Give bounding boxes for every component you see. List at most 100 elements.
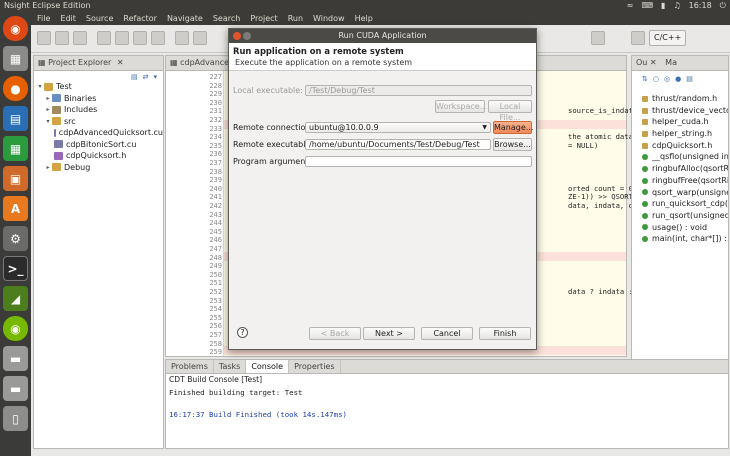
open-perspective-icon[interactable] [631, 31, 645, 45]
new-icon[interactable] [37, 31, 51, 45]
menu-search[interactable]: Search [213, 12, 240, 25]
minimize-window-icon[interactable] [243, 32, 251, 40]
outline-item[interactable]: thrust/random.h [632, 93, 728, 105]
menu-window[interactable]: Window [313, 12, 345, 25]
tree-item-includes[interactable]: ▸ Includes [36, 104, 163, 116]
close-window-icon[interactable] [233, 32, 241, 40]
tree-item-file[interactable]: cdpQuicksort.h [36, 150, 163, 162]
next-button[interactable]: Next > [363, 327, 415, 340]
tab-tasks[interactable]: Tasks [214, 360, 247, 373]
settings-icon[interactable]: ⚙ [3, 226, 28, 251]
ubuntu-home-icon[interactable]: ◉ [3, 16, 28, 41]
close-icon[interactable]: ✕ [117, 58, 124, 67]
terminal-icon[interactable]: >_ [3, 256, 28, 281]
expand-icon[interactable]: ▾ [36, 81, 44, 93]
battery-icon[interactable]: ▮ [661, 0, 665, 12]
power-icon[interactable]: ⏻ [720, 0, 726, 12]
wifi-icon[interactable]: ≈ [627, 0, 634, 12]
hide-fields-icon[interactable]: ○ [653, 75, 659, 85]
help-icon[interactable]: ? [237, 327, 248, 338]
drive-icon-2[interactable]: ▬ [3, 376, 28, 401]
outline-item[interactable]: helper_cuda.h [632, 116, 728, 128]
outline-item[interactable]: qsort_warp(unsigned*, [632, 187, 728, 199]
outline-item[interactable]: thrust/device_vector.h [632, 105, 728, 117]
files-icon[interactable]: ▦ [3, 46, 28, 71]
outline-item[interactable]: main(int, char*[]) : int [632, 233, 728, 245]
project-explorer-tab[interactable]: ▦ Project Explorer ✕ [34, 56, 163, 71]
perspective-cpp[interactable]: C/C++ [649, 30, 687, 46]
hide-nonpublic-icon[interactable]: ● [675, 75, 681, 85]
collapse-arrow-icon[interactable]: ▸ [44, 162, 52, 174]
make-target-tab[interactable]: Ma [665, 58, 677, 67]
expand-icon[interactable]: ▾ [44, 116, 52, 128]
outline-item[interactable]: helper_string.h [632, 128, 728, 140]
tab-properties[interactable]: Properties [289, 360, 341, 373]
remote-connection-select[interactable]: ubuntu@10.0.0.9 ▼ [305, 122, 491, 133]
outline-item[interactable]: run_qsort(unsigned int*, [632, 210, 728, 222]
close-icon[interactable]: ✕ [650, 58, 657, 67]
tree-item-file[interactable]: cdpAdvancedQuicksort.cu [36, 127, 163, 139]
menu-edit[interactable]: Edit [60, 12, 76, 25]
usb-icon[interactable]: ▯ [3, 406, 28, 431]
sort-icon[interactable]: ⇅ [642, 75, 648, 85]
outline-item[interactable]: ringbufAlloc(qsortRingb [632, 163, 728, 175]
collapse-all-icon[interactable]: ▤ [131, 73, 138, 81]
profile-icon[interactable] [151, 31, 165, 45]
outline-item[interactable]: run_quicksort_cdp(unsig [632, 198, 728, 210]
browse-button[interactable]: Browse... [493, 138, 532, 151]
menu-navigate[interactable]: Navigate [167, 12, 203, 25]
workspace-button: Workspace... [435, 100, 488, 113]
save-icon[interactable] [55, 31, 69, 45]
menu-refactor[interactable]: Refactor [123, 12, 157, 25]
outline-tab[interactable]: Ou [636, 58, 647, 67]
hide-static-icon[interactable]: ◎ [664, 75, 670, 85]
collapse-arrow-icon[interactable]: ▸ [44, 104, 52, 116]
program-arguments-field[interactable] [305, 156, 532, 167]
drive-icon[interactable]: ▬ [3, 346, 28, 371]
keyboard-icon[interactable]: ⌨ [641, 0, 653, 12]
software-center-icon[interactable]: A [3, 196, 28, 221]
outline-item[interactable]: __qsflo(unsigned int) : u [632, 151, 728, 163]
cancel-button[interactable]: Cancel [421, 327, 473, 340]
outline-item[interactable]: usage() : void [632, 222, 728, 234]
impress-icon[interactable]: ▣ [3, 166, 28, 191]
tree-item-file[interactable]: cdpBitonicSort.cu [36, 139, 163, 151]
debug-icon[interactable] [115, 31, 129, 45]
link-editor-icon[interactable]: ⇄ [143, 73, 149, 81]
tab-console[interactable]: Console [246, 360, 290, 373]
menu-source[interactable]: Source [86, 12, 113, 25]
firefox-icon[interactable]: ● [3, 76, 28, 101]
menu-help[interactable]: Help [355, 12, 373, 25]
print-icon[interactable] [73, 31, 87, 45]
manage-button[interactable]: Manage... [493, 121, 533, 134]
open-type-icon[interactable] [193, 31, 207, 45]
tree-item-debug[interactable]: ▸ Debug [36, 162, 163, 174]
nsight-icon[interactable]: ◢ [3, 286, 28, 311]
volume-icon[interactable]: ♫ [673, 0, 680, 12]
console-panel: Problems Tasks Console Properties CDT Bu… [165, 359, 729, 449]
run-icon[interactable] [133, 31, 147, 45]
search-icon[interactable] [175, 31, 189, 45]
group-icon[interactable]: ▤ [686, 75, 693, 85]
quick-access-icon[interactable] [591, 31, 605, 45]
tree-item-binaries[interactable]: ▸ Binaries [36, 93, 163, 105]
outline-item-label: ringbufAlloc(qsortRingb [652, 164, 728, 174]
build-icon[interactable] [97, 31, 111, 45]
outline-item-label: thrust/device_vector.h [652, 105, 728, 115]
outline-item[interactable]: ringbufFree(qsortRingbu [632, 175, 728, 187]
tree-item-test[interactable]: ▾ Test [36, 81, 163, 93]
remote-executable-field[interactable]: /home/ubuntu/Documents/Test/Debug/Test [305, 139, 491, 150]
writer-icon[interactable]: ▤ [3, 106, 28, 131]
menu-file[interactable]: File [37, 12, 50, 25]
clock[interactable]: 16:18 [689, 0, 712, 12]
menu-project[interactable]: Project [250, 12, 277, 25]
nvidia-icon[interactable]: ◉ [3, 316, 28, 341]
menu-run[interactable]: Run [288, 12, 303, 25]
collapse-arrow-icon[interactable]: ▸ [44, 93, 52, 105]
finish-button[interactable]: Finish [479, 327, 531, 340]
calc-icon[interactable]: ▦ [3, 136, 28, 161]
view-menu-icon[interactable]: ▾ [153, 73, 157, 81]
outline-item[interactable]: cdpQuicksort.h [632, 140, 728, 152]
tree-item-src[interactable]: ▾ src [36, 116, 163, 128]
tab-problems[interactable]: Problems [166, 360, 214, 373]
